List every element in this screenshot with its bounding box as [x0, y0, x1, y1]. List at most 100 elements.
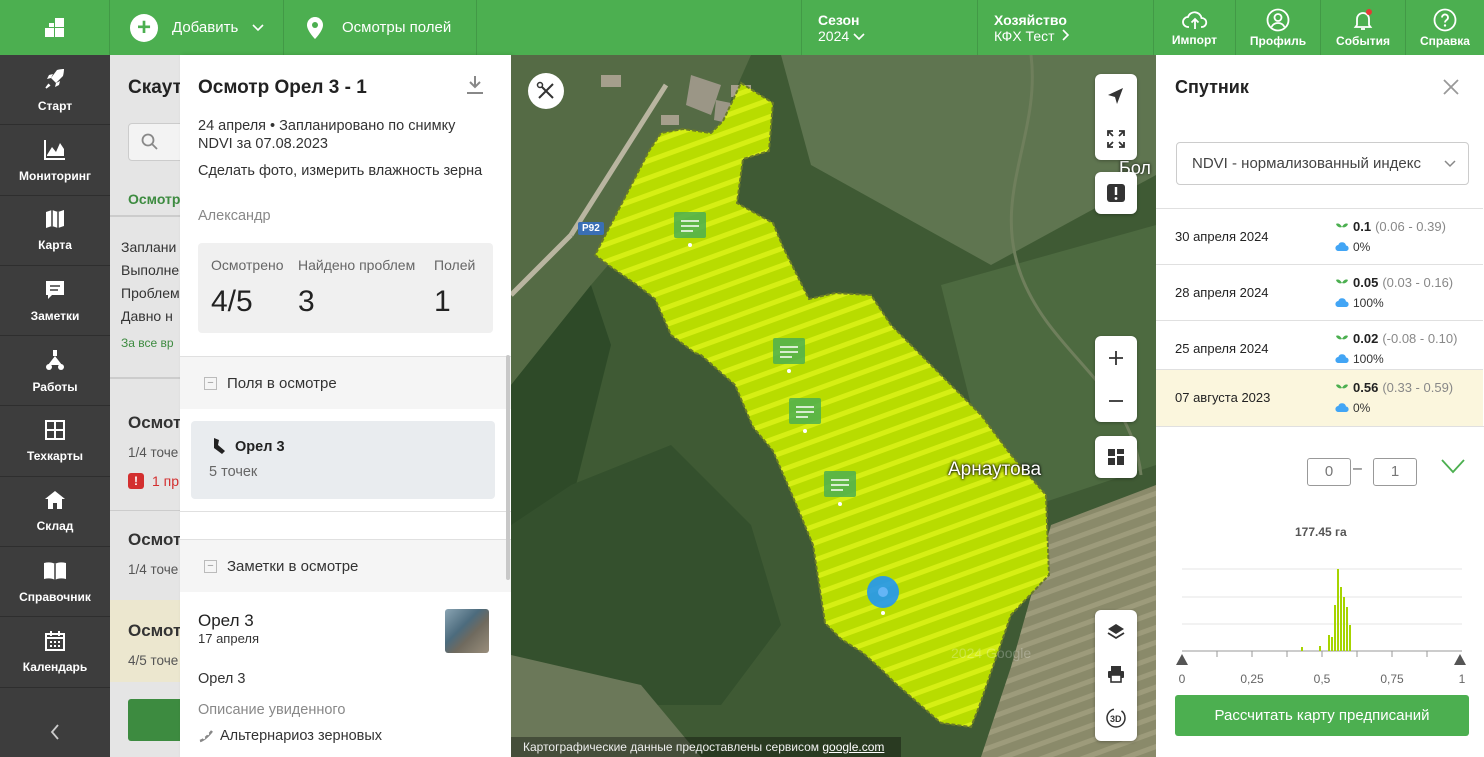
close-button[interactable] [1442, 75, 1460, 103]
notes-section-header[interactable]: − Заметки в осмотре [180, 539, 511, 592]
note-photo-thumbnail[interactable] [445, 609, 489, 653]
events-button[interactable]: События [1321, 0, 1406, 55]
list-item-title[interactable]: Осмот [128, 621, 180, 641]
road-sign: Р92 [578, 222, 604, 235]
zoom-out-icon[interactable] [1108, 393, 1124, 409]
tools-icon [536, 81, 554, 99]
map-icon [46, 210, 64, 229]
tab-inspections[interactable]: Осмотр [128, 191, 180, 207]
tools-button[interactable] [528, 73, 564, 109]
3d-view-icon[interactable]: 3D [1105, 707, 1127, 729]
map-watermark: 2024 Google [951, 645, 1032, 661]
note-marker-icon [773, 338, 805, 373]
note-marker[interactable] [788, 397, 822, 435]
chevron-right-icon [1062, 28, 1070, 41]
layers-grid-button[interactable] [1095, 436, 1137, 478]
import-label: Импорт [1171, 32, 1218, 47]
profile-button[interactable]: Профиль [1236, 0, 1321, 55]
cloud-icon [1335, 403, 1349, 413]
sidebar-item-label: Карта [38, 238, 72, 253]
range-min-input[interactable]: 0 [1307, 458, 1351, 486]
leaf-icon [1336, 383, 1348, 394]
sidebar-item-notes[interactable]: Заметки [0, 266, 110, 337]
chevron-left-icon [50, 724, 59, 740]
note-marker-icon [674, 212, 706, 247]
inspection-meta: 24 апреля • Запланировано по снимку NDVI… [198, 118, 456, 152]
layers-icon[interactable] [1106, 622, 1126, 642]
collapse-sidebar-button[interactable] [0, 707, 110, 757]
filter-planned[interactable]: Заплани [121, 239, 176, 255]
scrollbar[interactable] [506, 355, 510, 580]
rocket-icon [45, 68, 64, 89]
date-row[interactable]: 30 апреля 2024 0.1 (0.06 - 0.39) 0% [1156, 208, 1483, 264]
help-button[interactable]: Справка [1406, 0, 1484, 55]
list-item-title[interactable]: Осмот [128, 530, 180, 550]
sidebar-item-start[interactable]: Старт [0, 55, 110, 126]
list-item-title[interactable]: Осмот [128, 413, 180, 433]
tractor-icon [46, 349, 64, 370]
index-select[interactable]: NDVI - нормализованный индекс [1176, 142, 1469, 185]
chart-icon [44, 139, 65, 160]
inspection-panel: Осмотр Орел 3 - 1 24 апреля • Запланиров… [180, 55, 511, 757]
sidebar-item-label: Справочник [19, 589, 91, 604]
sidebar-item-calendar[interactable]: Календарь [0, 617, 110, 688]
sidebar-item-warehouse[interactable]: Склад [0, 477, 110, 548]
note-marker[interactable] [823, 470, 857, 508]
add-button[interactable]: + Добавить [110, 0, 284, 55]
zoom-controls [1095, 336, 1137, 422]
ndvi-histogram: 0 0,25 0,5 0,75 1 [1176, 568, 1466, 686]
calculate-prescription-button[interactable]: Рассчитать карту предписаний [1175, 695, 1469, 736]
report-problem-button[interactable] [1095, 172, 1137, 214]
cloud-icon [1335, 354, 1349, 364]
create-inspection-button[interactable] [128, 699, 180, 741]
inspection-task: Сделать фото, измерить влажность зерна [198, 163, 483, 179]
top-bar: + Добавить Осмотры полей Сезон 2024 Хозя… [0, 0, 1484, 55]
inspections-button[interactable]: Осмотры полей [284, 0, 477, 55]
location-marker[interactable] [866, 575, 900, 617]
season-label: Сезон [818, 11, 860, 28]
map-view[interactable]: 2024 Google Р92 Бол Арнаутова 3D Картогр… [511, 55, 1156, 757]
satellite-title: Спутник [1175, 77, 1249, 97]
cloud-upload-icon [1181, 10, 1207, 29]
alert-icon: ! [128, 473, 144, 489]
sidebar-item-works[interactable]: Работы [0, 336, 110, 407]
leaf-icon [1336, 222, 1348, 233]
sidebar-item-label: Старт [37, 98, 73, 113]
filter-problems[interactable]: Проблем [121, 285, 180, 301]
season-selector[interactable]: Сезон 2024 [802, 0, 978, 55]
sidebar-item-techcards[interactable]: Техкарты [0, 406, 110, 477]
range-max-input[interactable]: 1 [1373, 458, 1417, 486]
sidebar-item-reference[interactable]: Справочник [0, 547, 110, 618]
note-marker[interactable] [673, 211, 707, 247]
import-button[interactable]: Импорт [1154, 0, 1236, 55]
sidebar-item-monitoring[interactable]: Мониторинг [0, 125, 110, 196]
google-link[interactable]: google.com [822, 740, 884, 754]
calendar-icon [45, 631, 65, 652]
farm-selector[interactable]: Хозяйство КФХ Тест [978, 0, 1154, 55]
apply-range-button[interactable] [1440, 457, 1466, 480]
fields-section-header[interactable]: − Поля в осмотре [180, 356, 511, 409]
date-row-selected[interactable]: 07 августа 2023 0.56 (0.33 - 0.59) 0% [1156, 369, 1483, 426]
bell-icon [1353, 8, 1373, 30]
navigation-arrow-icon[interactable] [1106, 86, 1126, 106]
fullscreen-icon[interactable] [1106, 129, 1126, 149]
sidebar-item-map[interactable]: Карта [0, 196, 110, 266]
note-title[interactable]: Орел 3 [198, 611, 254, 631]
village-label: Арнаутова [948, 459, 1042, 480]
filter-done[interactable]: Выполне [121, 262, 179, 278]
download-button[interactable] [466, 75, 484, 100]
all-time-link[interactable]: За все вр [121, 336, 174, 350]
search-input[interactable] [128, 123, 180, 161]
date-row[interactable]: 25 апреля 2024 0.02 (-0.08 - 0.10) 100% [1156, 320, 1483, 376]
filter-old[interactable]: Давно н [121, 308, 173, 324]
date-row[interactable]: 28 апреля 2024 0.05 (0.03 - 0.16) 100% [1156, 264, 1483, 320]
zoom-in-icon[interactable] [1108, 350, 1124, 366]
warehouse-icon [45, 491, 65, 510]
field-card[interactable]: Орел 3 5 точек [191, 421, 495, 499]
print-icon[interactable] [1107, 665, 1125, 684]
note-marker[interactable] [772, 337, 806, 375]
sidebar: Старт Мониторинг Карта Заметки Работы Те… [0, 55, 110, 757]
app-logo[interactable] [0, 0, 110, 55]
list-item-selected[interactable] [110, 600, 180, 682]
sidebar-item-label: Заметки [30, 308, 80, 323]
